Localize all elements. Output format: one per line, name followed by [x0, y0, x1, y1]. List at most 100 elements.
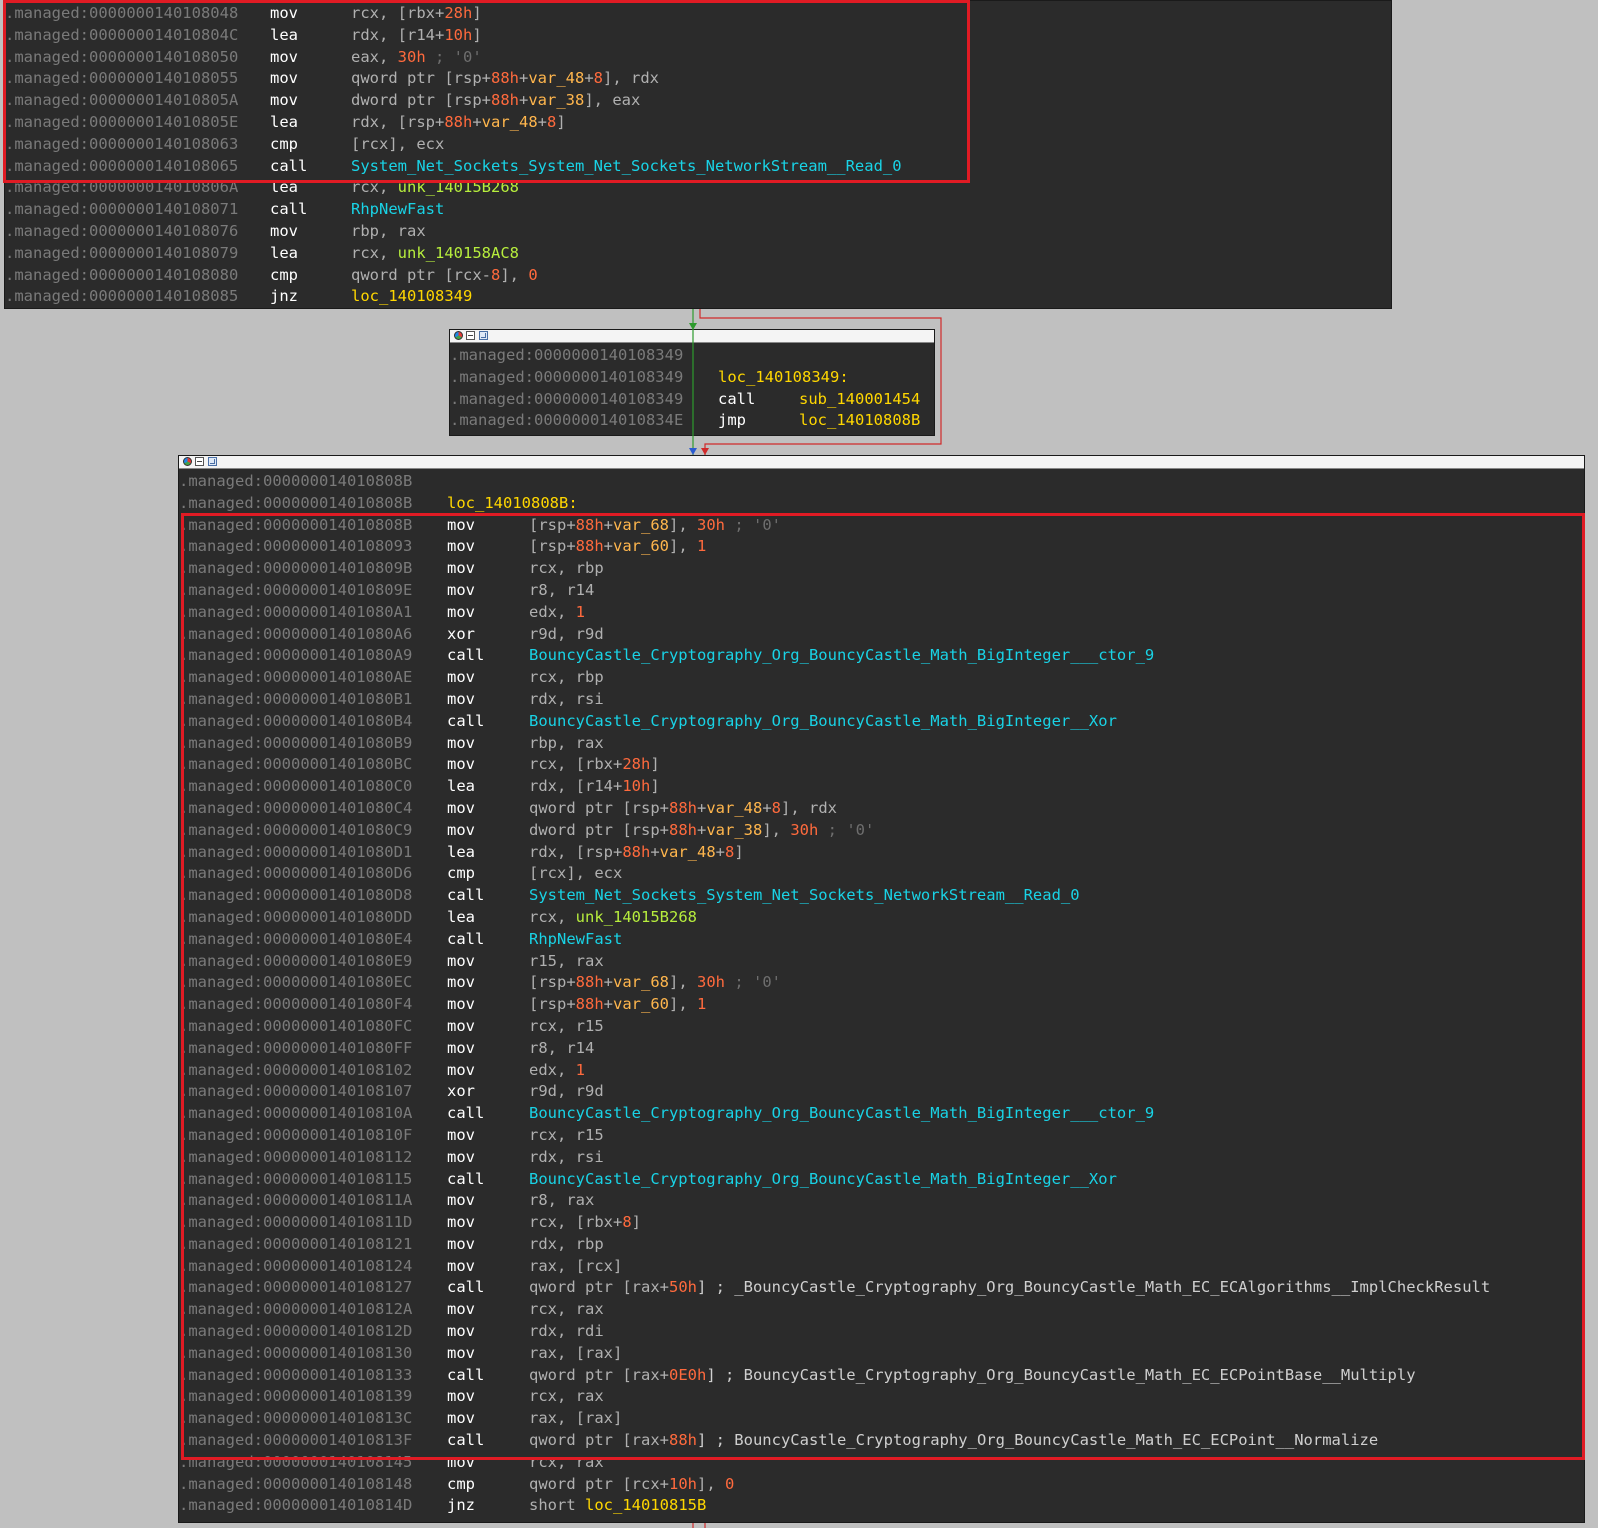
asm-operands: rcx, rax [529, 1386, 604, 1408]
graph-view-icon[interactable] [466, 331, 475, 340]
asm-line[interactable]: .managed:0000000140108065 call System_Net_… [5, 156, 1391, 178]
asm-address: .managed:0000000140108107 [179, 1082, 413, 1101]
asm-line[interactable]: .managed:000000014010809E mov r8, r14 [179, 580, 1584, 602]
asm-line[interactable]: .managed:000000014010804C lea rdx, [r14+10… [5, 25, 1391, 47]
operand-token: var_68 [613, 515, 670, 534]
asm-line[interactable]: .managed:000000014010811D mov rcx, [rbx+8] [179, 1212, 1584, 1234]
asm-line[interactable]: .managed:00000001401080E9 mov r15, rax [179, 951, 1584, 973]
asm-line[interactable]: .managed:0000000140108079 lea rcx, unk_140… [5, 243, 1391, 265]
asm-line[interactable]: .managed:0000000140108139 mov rcx, rax [179, 1386, 1584, 1408]
label-reference[interactable]: loc_140108349 [351, 287, 472, 305]
asm-line[interactable]: .managed:0000000140108107 xor r9d, r9d [179, 1081, 1584, 1103]
asm-address: .managed:000000014010804C [5, 25, 239, 44]
asm-line[interactable]: .managed:00000001401080A1 mov edx, 1 [179, 602, 1584, 624]
asm-line[interactable]: .managed:000000014010805A mov dword ptr [r… [5, 90, 1391, 112]
label-reference[interactable]: loc_14010808B [799, 411, 920, 429]
asm-line[interactable]: .managed:0000000140108063 cmp [rcx], ecx [5, 134, 1391, 156]
asm-line[interactable]: .managed:000000014010814D jnz short loc_14… [179, 1495, 1584, 1517]
asm-line[interactable]: .managed:0000000140108080 cmp qword ptr [r… [5, 265, 1391, 287]
operand-token[interactable]: unk_140158AC8 [398, 244, 519, 262]
asm-line[interactable]: .managed:000000014010809B mov rcx, rbp [179, 558, 1584, 580]
asm-line[interactable]: .managed:0000000140108148 cmp qword ptr [r… [179, 1474, 1584, 1496]
asm-line[interactable]: .managed:000000014010810F mov rcx, r15 [179, 1125, 1584, 1147]
asm-line[interactable]: .managed:0000000140108130 mov rax, [rax] [179, 1343, 1584, 1365]
asm-line[interactable]: .managed:0000000140108349 loc_140108349: [450, 367, 934, 389]
asm-line[interactable]: .managed:0000000140108076 mov rbp, rax [5, 221, 1391, 243]
asm-line[interactable]: .managed:00000001401080C4 mov qword ptr [r… [179, 798, 1584, 820]
function-reference[interactable]: RhpNewFast [351, 200, 444, 218]
asm-line[interactable]: .managed:00000001401080A9 call BouncyCastl… [179, 645, 1584, 667]
asm-line[interactable]: .managed:000000014010806A lea rcx, unk_140… [5, 177, 1391, 199]
asm-line[interactable]: .managed:000000014010834E jmp loc_14010808… [450, 410, 934, 432]
asm-line[interactable]: .managed:00000001401080D6 cmp [rcx], ecx [179, 863, 1584, 885]
zoom-icon[interactable] [208, 457, 217, 466]
asm-line[interactable]: .managed:0000000140108071 call RhpNewFast [5, 199, 1391, 221]
code-block-top[interactable]: .managed:0000000140108048 mov rcx, [rbx+28… [4, 0, 1392, 309]
asm-line[interactable]: .managed:0000000140108093 mov [rsp+88h+var… [179, 536, 1584, 558]
operand-token[interactable]: unk_14015B268 [576, 908, 697, 926]
operand-token: ] [472, 25, 482, 44]
color-palette-icon[interactable] [454, 331, 463, 340]
asm-line[interactable]: .managed:000000014010812A mov rcx, rax [179, 1299, 1584, 1321]
asm-mnemonic: mov [447, 1060, 475, 1079]
label-reference[interactable]: sub_140001454 [799, 390, 920, 408]
asm-line[interactable]: .managed:0000000140108349 call sub_1400014… [450, 389, 934, 411]
asm-line[interactable]: .managed:000000014010812D mov rdx, rdi [179, 1321, 1584, 1343]
code-block-loc-140108349[interactable]: .managed:0000000140108349 .managed:000000… [449, 329, 935, 436]
asm-line[interactable]: .managed:00000001401080BC mov rcx, [rbx+28… [179, 754, 1584, 776]
asm-line[interactable]: .managed:0000000140108085 jnz loc_14010834… [5, 286, 1391, 308]
asm-line[interactable]: .managed:0000000140108048 mov rcx, [rbx+28… [5, 3, 1391, 25]
asm-line[interactable]: .managed:0000000140108121 mov rdx, rbp [179, 1234, 1584, 1256]
asm-line[interactable]: .managed:000000014010813C mov rax, [rax] [179, 1408, 1584, 1430]
asm-line[interactable]: .managed:0000000140108145 mov rcx, rax [179, 1452, 1584, 1474]
function-reference[interactable]: BouncyCastle_Cryptography_Org_BouncyCast… [529, 646, 1154, 664]
operand-token[interactable]: unk_14015B268 [398, 178, 519, 196]
zoom-icon[interactable] [479, 331, 488, 340]
asm-line[interactable]: .managed:00000001401080FC mov rcx, r15 [179, 1016, 1584, 1038]
asm-line[interactable]: .managed:0000000140108112 mov rdx, rsi [179, 1147, 1584, 1169]
code-block-loc-14010808B[interactable]: .managed:000000014010808B .managed:000000… [178, 455, 1585, 1523]
operand-token: + [715, 842, 726, 861]
function-reference[interactable]: System_Net_Sockets_System_Net_Sockets_Ne… [529, 886, 1080, 904]
label-reference[interactable]: loc_14010815B [585, 1496, 706, 1514]
asm-line[interactable]: .managed:00000001401080F4 mov [rsp+88h+var… [179, 994, 1584, 1016]
asm-operands: rcx, [rbx+8] [529, 1212, 641, 1234]
asm-line[interactable]: .managed:0000000140108050 mov eax, 30h ; '… [5, 47, 1391, 69]
asm-line[interactable]: .managed:00000001401080D1 lea rdx, [rsp+88… [179, 842, 1584, 864]
asm-line[interactable]: .managed:0000000140108102 mov edx, 1 [179, 1060, 1584, 1082]
asm-line[interactable]: .managed:0000000140108349 [450, 345, 934, 367]
function-reference[interactable]: System_Net_Sockets_System_Net_Sockets_Ne… [351, 157, 902, 175]
function-reference[interactable]: BouncyCastle_Cryptography_Org_BouncyCast… [529, 1104, 1154, 1122]
function-reference[interactable]: RhpNewFast [529, 930, 622, 948]
color-palette-icon[interactable] [183, 457, 192, 466]
asm-line[interactable]: .managed:0000000140108133 call qword ptr [… [179, 1365, 1584, 1387]
asm-line[interactable]: .managed:00000001401080FF mov r8, r14 [179, 1038, 1584, 1060]
asm-line[interactable]: .managed:00000001401080B1 mov rdx, rsi [179, 689, 1584, 711]
asm-line[interactable]: .managed:00000001401080D8 call System_Net_… [179, 885, 1584, 907]
asm-line[interactable]: .managed:00000001401080C9 mov dword ptr [r… [179, 820, 1584, 842]
function-reference[interactable]: BouncyCastle_Cryptography_Org_BouncyCast… [529, 712, 1117, 730]
asm-line[interactable]: .managed:000000014010810A call BouncyCastl… [179, 1103, 1584, 1125]
asm-line[interactable]: .managed:000000014010811A mov r8, rax [179, 1190, 1584, 1212]
asm-mnemonic: mov [447, 1234, 475, 1253]
asm-line[interactable]: .managed:00000001401080DD lea rcx, unk_140… [179, 907, 1584, 929]
function-reference[interactable]: BouncyCastle_Cryptography_Org_BouncyCast… [529, 1170, 1117, 1188]
asm-line[interactable]: .managed:00000001401080A6 xor r9d, r9d [179, 624, 1584, 646]
asm-line[interactable]: .managed:000000014010808B mov [rsp+88h+var… [179, 515, 1584, 537]
asm-line[interactable]: .managed:00000001401080EC mov [rsp+88h+var… [179, 972, 1584, 994]
asm-line[interactable]: .managed:000000014010808B [179, 471, 1584, 493]
asm-line[interactable]: .managed:000000014010808B loc_14010808B: [179, 493, 1584, 515]
edge-arrow-red [701, 448, 709, 455]
asm-line[interactable]: .managed:000000014010813F call qword ptr [… [179, 1430, 1584, 1452]
asm-line[interactable]: .managed:0000000140108127 call qword ptr [… [179, 1277, 1584, 1299]
asm-line[interactable]: .managed:00000001401080AE mov rcx, rbp [179, 667, 1584, 689]
asm-line[interactable]: .managed:00000001401080B4 call BouncyCastl… [179, 711, 1584, 733]
asm-line[interactable]: .managed:000000014010805E lea rdx, [rsp+88… [5, 112, 1391, 134]
asm-line[interactable]: .managed:00000001401080E4 call RhpNewFast [179, 929, 1584, 951]
asm-line[interactable]: .managed:0000000140108115 call BouncyCastl… [179, 1169, 1584, 1191]
asm-line[interactable]: .managed:0000000140108124 mov rax, [rcx] [179, 1256, 1584, 1278]
graph-view-icon[interactable] [195, 457, 204, 466]
asm-line[interactable]: .managed:0000000140108055 mov qword ptr [r… [5, 68, 1391, 90]
asm-line[interactable]: .managed:00000001401080C0 lea rdx, [r14+10… [179, 776, 1584, 798]
asm-line[interactable]: .managed:00000001401080B9 mov rbp, rax [179, 733, 1584, 755]
